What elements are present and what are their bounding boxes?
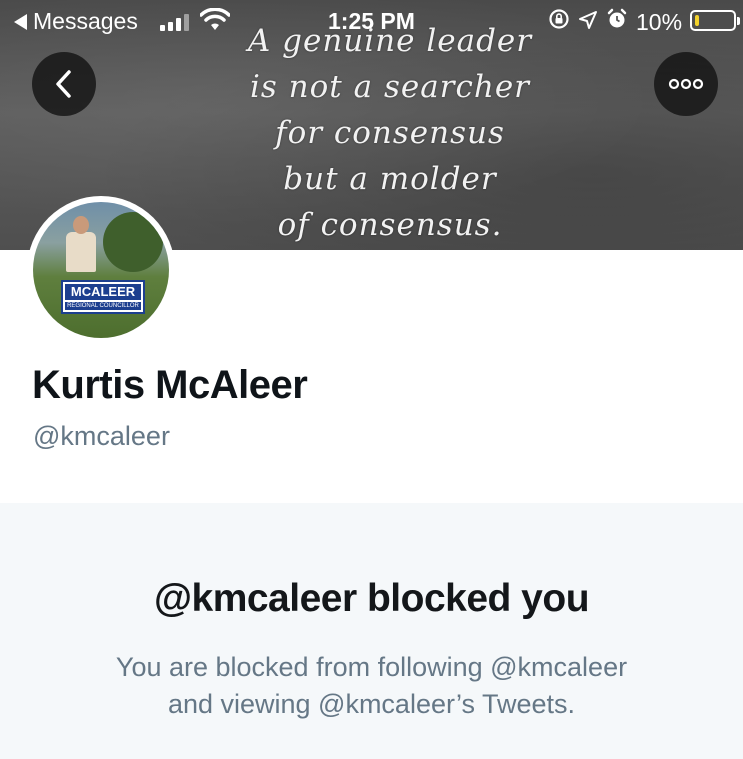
profile-display-name: Kurtis McAleer [32,363,308,407]
back-button[interactable] [32,52,96,116]
status-time: 1:25 PM [328,8,415,34]
battery-icon [690,10,740,31]
status-right-icons: 10% [548,8,682,36]
profile-handle: @kmcaleer [33,421,170,451]
blocked-title: @kmcaleer blocked you [153,577,590,620]
back-app-label: Messages [33,8,138,34]
ios-status-bar: Messages 1:25 PM 10% [0,0,743,42]
banner-quote-line: is not a searcher [249,69,530,105]
avatar-campaign-sign: MCALEER REGIONAL COUNCILLOR [61,280,145,314]
chevron-left-icon [56,70,71,98]
avatar-person-head [73,216,89,234]
back-triangle-icon [14,13,27,30]
banner-quote-text: A genuine leader is not a searcher for c… [200,18,580,248]
alarm-clock-icon [606,8,628,36]
sign-name: MCALEER [65,284,141,300]
cellular-signal-icon [160,11,189,31]
battery-level-fill [695,15,699,26]
rotation-lock-icon [548,8,570,36]
blocked-message: You are blocked from following @kmcaleer… [0,649,743,723]
sign-subtitle: REGIONAL COUNCILLOR [65,302,141,310]
location-arrow-icon [578,9,598,36]
back-to-app-link[interactable]: Messages [14,8,138,35]
banner-quote-line: for consensus [275,115,505,151]
wifi-icon [199,7,231,38]
battery-percent: 10% [636,8,683,35]
more-options-button[interactable] [654,52,718,116]
banner-quote-line: of consensus. [277,207,503,243]
banner-quote-line: but a molder [283,161,497,197]
blocked-message-line: and viewing @kmcaleer’s Tweets. [167,689,576,719]
avatar-photo: MCALEER REGIONAL COUNCILLOR [33,202,169,338]
blocked-notice-panel: @kmcaleer blocked you You are blocked fr… [0,503,743,759]
avatar-tree [103,212,163,272]
avatar-person [66,232,96,272]
blocked-message-line: You are blocked from following @kmcaleer [115,652,628,682]
profile-avatar[interactable]: MCALEER REGIONAL COUNCILLOR [27,196,175,344]
more-dots-icon [668,78,704,90]
